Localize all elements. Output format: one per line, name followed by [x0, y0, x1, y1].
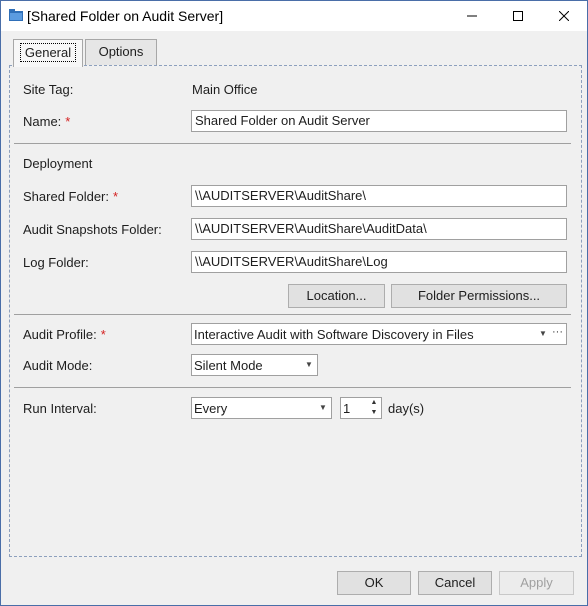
- name-label: Name: *: [23, 114, 70, 129]
- log-folder-label: Log Folder:: [23, 255, 89, 270]
- spin-up-icon[interactable]: ▲: [369, 398, 379, 408]
- log-folder-field[interactable]: \\AUDITSERVER\AuditShare\Log: [191, 251, 567, 273]
- title-bar[interactable]: [Shared Folder on Audit Server]: [1, 1, 587, 31]
- separator: [14, 314, 571, 315]
- dialog-window: [Shared Folder on Audit Server] General …: [0, 0, 588, 606]
- run-interval-label: Run Interval:: [23, 401, 97, 416]
- tab-general-label: General: [19, 43, 77, 62]
- tab-options[interactable]: Options: [85, 39, 157, 67]
- audit-profile-label: Audit Profile: *: [23, 327, 106, 342]
- required-marker: *: [113, 189, 119, 204]
- maximize-icon: [513, 11, 523, 21]
- tab-general[interactable]: General: [13, 39, 83, 67]
- separator: [14, 387, 571, 388]
- audit-profile-combo[interactable]: Interactive Audit with Software Discover…: [191, 323, 567, 345]
- window-title: [Shared Folder on Audit Server]: [27, 8, 224, 24]
- snapshots-folder-field[interactable]: \\AUDITSERVER\AuditShare\AuditData\: [191, 218, 567, 240]
- interval-count-value: 1: [343, 401, 351, 416]
- audit-mode-value: Silent Mode: [194, 358, 263, 373]
- deployment-heading: Deployment: [23, 156, 93, 171]
- chevron-down-icon: ▼: [319, 403, 327, 412]
- folder-permissions-button[interactable]: Folder Permissions...: [391, 284, 567, 308]
- name-field[interactable]: Shared Folder on Audit Server: [191, 110, 567, 132]
- run-interval-combo[interactable]: Every ▼: [191, 397, 332, 419]
- minimize-button[interactable]: [449, 1, 495, 31]
- close-icon: [559, 11, 569, 21]
- shared-folder-label-text: Shared Folder:: [23, 189, 109, 204]
- interval-count-spinner[interactable]: 1 ▲ ▼: [340, 397, 382, 419]
- interval-unit-label: day(s): [388, 401, 425, 416]
- cancel-button[interactable]: Cancel: [418, 571, 492, 595]
- chevron-down-icon[interactable]: ▼: [536, 324, 550, 344]
- close-button[interactable]: [541, 1, 587, 31]
- spin-down-icon[interactable]: ▼: [369, 408, 379, 418]
- chevron-down-icon: ▼: [305, 360, 313, 369]
- general-panel: Site Tag: Main Office Name: * Shared Fold…: [9, 65, 582, 557]
- required-marker: *: [100, 327, 106, 342]
- ok-button[interactable]: OK: [337, 571, 411, 595]
- site-tag-value: Main Office: [192, 82, 258, 97]
- shared-folder-label: Shared Folder: *: [23, 189, 118, 204]
- audit-profile-label-text: Audit Profile:: [23, 327, 97, 342]
- audit-mode-combo[interactable]: Silent Mode ▼: [191, 354, 318, 376]
- name-label-text: Name:: [23, 114, 62, 129]
- location-button[interactable]: Location...: [288, 284, 385, 308]
- shared-folder-field[interactable]: \\AUDITSERVER\AuditShare\: [191, 185, 567, 207]
- minimize-icon: [467, 15, 477, 17]
- browse-profile-button[interactable]: ···: [552, 326, 563, 338]
- audit-mode-label: Audit Mode:: [23, 358, 93, 373]
- site-tag-label: Site Tag:: [23, 82, 74, 97]
- required-marker: *: [65, 114, 71, 129]
- snapshots-folder-label: Audit Snapshots Folder:: [23, 222, 162, 237]
- audit-profile-value: Interactive Audit with Software Discover…: [194, 327, 474, 342]
- tab-options-label: Options: [98, 44, 144, 59]
- maximize-button[interactable]: [495, 1, 541, 31]
- apply-button[interactable]: Apply: [499, 571, 574, 595]
- separator: [14, 143, 571, 144]
- run-interval-value: Every: [194, 401, 228, 416]
- folder-icon: [9, 9, 23, 21]
